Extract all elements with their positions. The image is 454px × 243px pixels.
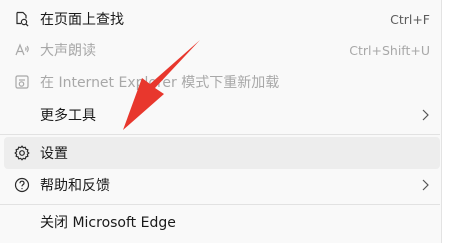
menu-item-label: 设置 [40, 146, 68, 162]
chevron-right-icon [416, 109, 434, 121]
chevron-right-icon [416, 179, 434, 191]
shortcut-label: Ctrl+F [390, 11, 430, 27]
menu-item-label: 更多工具 [40, 108, 96, 124]
menu-item-label: 帮助和反馈 [40, 178, 110, 194]
menu-divider [0, 204, 440, 205]
menu-item-label: 大声朗读 [40, 43, 96, 59]
read-aloud-icon [4, 42, 40, 58]
shortcut-label: Ctrl+Shift+U [349, 42, 430, 58]
menu-item-help-feedback[interactable]: 帮助和反馈 [4, 169, 440, 201]
find-icon [4, 11, 40, 27]
ie-reload-icon [4, 74, 40, 90]
window-edge [441, 0, 454, 243]
menu-item-reload-ie-mode[interactable]: 在 Internet Explorer 模式下重新加载 [4, 66, 440, 98]
gear-icon [4, 145, 40, 161]
menu-item-close-edge[interactable]: 关闭 Microsoft Edge [4, 206, 440, 238]
menu-item-label: 关闭 Microsoft Edge [40, 215, 176, 231]
edge-settings-menu: 在页面上查找 Ctrl+F 大声朗读 Ctrl+Shift+U 在 Intern… [0, 0, 454, 243]
help-icon [4, 177, 40, 193]
menu-item-find-on-page[interactable]: 在页面上查找 Ctrl+F [4, 3, 440, 35]
menu-item-more-tools[interactable]: 更多工具 [4, 99, 440, 131]
menu-item-label: 在 Internet Explorer 模式下重新加载 [40, 75, 280, 91]
menu-divider [0, 134, 440, 135]
menu-item-label: 在页面上查找 [40, 12, 124, 28]
menu-item-read-aloud[interactable]: 大声朗读 Ctrl+Shift+U [4, 34, 440, 66]
menu-item-settings[interactable]: 设置 [4, 137, 440, 169]
